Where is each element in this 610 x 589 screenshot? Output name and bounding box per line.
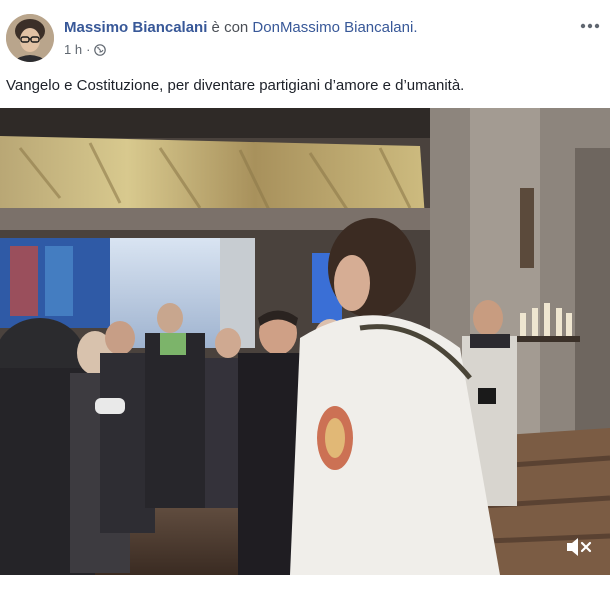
- feed-post: Massimo Biancalani è con DonMassimo Bian…: [0, 0, 610, 589]
- globe-icon[interactable]: [94, 43, 107, 56]
- video-player[interactable]: [0, 108, 610, 575]
- author-avatar[interactable]: [6, 14, 54, 62]
- post-caption: Vangelo e Costituzione, per diventare pa…: [6, 77, 465, 94]
- with-text: è con: [207, 19, 253, 36]
- post-title-line: Massimo Biancalani è con DonMassimo Bian…: [64, 18, 418, 38]
- more-options-icon[interactable]: [580, 12, 600, 35]
- post-footer-space: [0, 575, 610, 589]
- post-header: Massimo Biancalani è con DonMassimo Bian…: [6, 10, 610, 66]
- post-timestamp[interactable]: 1 h: [64, 42, 82, 57]
- video-frame: [0, 108, 610, 575]
- post-meta: 1 h ·: [64, 42, 107, 57]
- volume-muted-icon[interactable]: [564, 535, 594, 559]
- avatar-image: [6, 14, 54, 62]
- tagged-user-link[interactable]: DonMassimo Biancalani.: [252, 19, 417, 36]
- meta-separator: ·: [86, 42, 91, 57]
- author-name-link[interactable]: Massimo Biancalani: [64, 19, 207, 36]
